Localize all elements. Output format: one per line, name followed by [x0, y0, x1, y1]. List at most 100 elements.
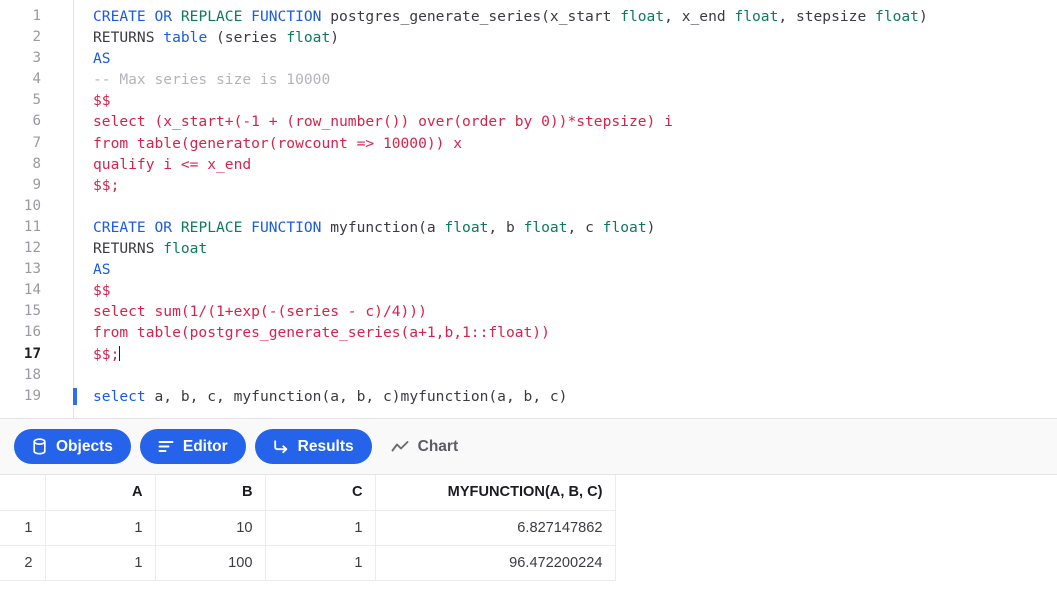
- code-token: float: [163, 240, 208, 258]
- code-token: a, b, c, myfunction(a, b, c): [145, 387, 401, 405]
- cursor-line-marker: [73, 387, 77, 405]
- table-cell[interactable]: 1: [44, 509, 156, 546]
- tab-objects[interactable]: Objects: [14, 429, 131, 464]
- code-token: RETURNS: [93, 240, 164, 258]
- row-number-cell: 1: [0, 509, 46, 546]
- code-token: select sum(1/(1+exp(-(series - c)/4))): [93, 303, 427, 321]
- code-line-text: select sum(1/(1+exp(-(series - c)/4))): [93, 301, 427, 322]
- table-row[interactable]: 2 1 100 1 96.472200224: [0, 544, 616, 581]
- code-line-text: AS: [93, 48, 111, 69]
- code-line[interactable]: 6 select (x_start+(-1 + (row_number()) ov…: [0, 111, 1057, 132]
- line-number: 5: [32, 92, 41, 109]
- tab-results[interactable]: Results: [254, 429, 372, 464]
- code-line-text: qualify i <= x_end: [93, 154, 251, 175]
- code-token: REPLACE: [180, 8, 252, 25]
- sql-editor[interactable]: 1 CREATE OR REPLACE FUNCTION postgres_gen…: [0, 0, 1057, 418]
- tab-results-label: Results: [297, 437, 354, 455]
- table-cell[interactable]: 10: [154, 509, 266, 546]
- code-line[interactable]: 13 AS: [0, 259, 1057, 280]
- code-line-text: from table(generator(rowcount => 10000))…: [93, 133, 462, 154]
- col-header-c[interactable]: C: [264, 475, 376, 511]
- code-line[interactable]: 16 from table(postgres_generate_series(a+…: [0, 322, 1057, 343]
- code-token: postgres_generate_series(x_start: [330, 8, 621, 25]
- line-number: 14: [23, 282, 41, 299]
- code-token: float: [875, 8, 919, 25]
- code-line[interactable]: 9 $$;: [0, 175, 1057, 196]
- code-token: -- Max series size is 10000: [93, 71, 331, 89]
- code-line[interactable]: 10: [0, 196, 1057, 217]
- code-line[interactable]: 11 CREATE OR REPLACE FUNCTION myfunction(…: [0, 217, 1057, 238]
- code-lines-container[interactable]: 1 CREATE OR REPLACE FUNCTION postgres_gen…: [0, 0, 1057, 407]
- view-tab-bar: Objects Editor Results Chart: [0, 418, 1057, 475]
- code-token: qualify i <= x_end: [93, 155, 252, 173]
- code-line[interactable]: 15 select sum(1/(1+exp(-(series - c)/4))): [0, 301, 1057, 322]
- code-token: , b: [488, 218, 524, 236]
- tab-editor[interactable]: Editor: [139, 429, 246, 464]
- code-line-text: RETURNS table (series float): [93, 27, 339, 48]
- code-token: AS: [93, 50, 111, 68]
- code-line-text: $$: [93, 90, 111, 111]
- code-token: (series: [216, 29, 287, 47]
- code-token: $$: [93, 92, 111, 110]
- line-number: 3: [32, 50, 41, 67]
- code-token: ): [330, 29, 340, 47]
- line-number: 6: [32, 113, 41, 130]
- code-token: float: [444, 218, 489, 236]
- col-header-b[interactable]: B: [154, 475, 266, 511]
- code-token: float: [523, 218, 568, 236]
- code-line[interactable]: 17 $$;: [0, 344, 1057, 365]
- code-token: float: [620, 8, 665, 25]
- code-line[interactable]: 8 qualify i <= x_end: [0, 154, 1057, 175]
- line-number: 17: [23, 345, 41, 362]
- code-token: select: [93, 387, 146, 405]
- tab-objects-label: Objects: [56, 437, 113, 455]
- table-row[interactable]: 1 1 10 1 6.827147862: [0, 509, 616, 546]
- code-token: CREATE OR: [93, 218, 181, 236]
- code-line[interactable]: 7 from table(generator(rowcount => 10000)…: [0, 133, 1057, 154]
- table-cell[interactable]: 6.827147862: [374, 509, 616, 546]
- code-line[interactable]: 19 select a, b, c, myfunction(a, b, c)myf…: [0, 386, 1057, 407]
- code-token: , c: [567, 218, 603, 236]
- table-cell[interactable]: 96.472200224: [374, 544, 616, 581]
- code-token: $$;: [93, 176, 120, 194]
- code-line-text: $$: [93, 280, 111, 301]
- line-number: 8: [32, 155, 41, 172]
- code-line[interactable]: 14 $$: [0, 280, 1057, 301]
- code-token: FUNCTION: [251, 218, 331, 236]
- list-lines-icon: [158, 439, 174, 454]
- table-cell[interactable]: 1: [264, 544, 376, 581]
- code-token: RETURNS: [93, 29, 164, 47]
- code-line[interactable]: 5 $$: [0, 90, 1057, 111]
- arrow-return-icon: [273, 439, 289, 454]
- line-number: 16: [23, 324, 41, 341]
- col-header-myfunction[interactable]: MYFUNCTION(A, B, C): [374, 475, 616, 511]
- results-table[interactable]: A B C MYFUNCTION(A, B, C) 1 1 10 1 6.8271478…: [0, 475, 616, 581]
- header-row: A B C MYFUNCTION(A, B, C): [0, 475, 616, 511]
- table-cell[interactable]: 100: [154, 544, 266, 581]
- code-token: myfunction(a: [330, 218, 445, 236]
- code-line[interactable]: 1 CREATE OR REPLACE FUNCTION postgres_gen…: [0, 6, 1057, 27]
- code-line[interactable]: 3 AS: [0, 48, 1057, 69]
- tab-chart[interactable]: Chart: [381, 429, 468, 464]
- line-number: 4: [32, 71, 41, 88]
- results-table-header: A B C MYFUNCTION(A, B, C): [0, 475, 616, 511]
- tab-chart-label: Chart: [417, 437, 459, 455]
- code-line-text: select a, b, c, myfunction(a, b, c)myfun…: [93, 386, 567, 407]
- code-line-text: $$;: [93, 344, 121, 365]
- tab-editor-label: Editor: [182, 437, 228, 455]
- code-line[interactable]: 12 RETURNS float: [0, 238, 1057, 259]
- table-cell[interactable]: 1: [44, 544, 156, 581]
- code-token: from table(postgres_generate_series(a+1,…: [93, 324, 550, 342]
- table-cell[interactable]: 1: [264, 509, 376, 546]
- code-line-text: -- Max series size is 10000: [93, 69, 330, 90]
- code-line[interactable]: 2 RETURNS table (series float): [0, 27, 1057, 48]
- line-number: 12: [23, 240, 41, 257]
- results-panel[interactable]: A B C MYFUNCTION(A, B, C) 1 1 10 1 6.8271478…: [0, 475, 1057, 606]
- code-line-text: RETURNS float: [93, 238, 207, 259]
- code-token: ): [646, 218, 656, 236]
- col-header-a[interactable]: A: [44, 475, 156, 511]
- code-token: ): [918, 8, 928, 25]
- code-line[interactable]: 18: [0, 365, 1057, 386]
- code-token: $$;: [93, 345, 120, 363]
- code-line[interactable]: 4 -- Max series size is 10000: [0, 69, 1057, 90]
